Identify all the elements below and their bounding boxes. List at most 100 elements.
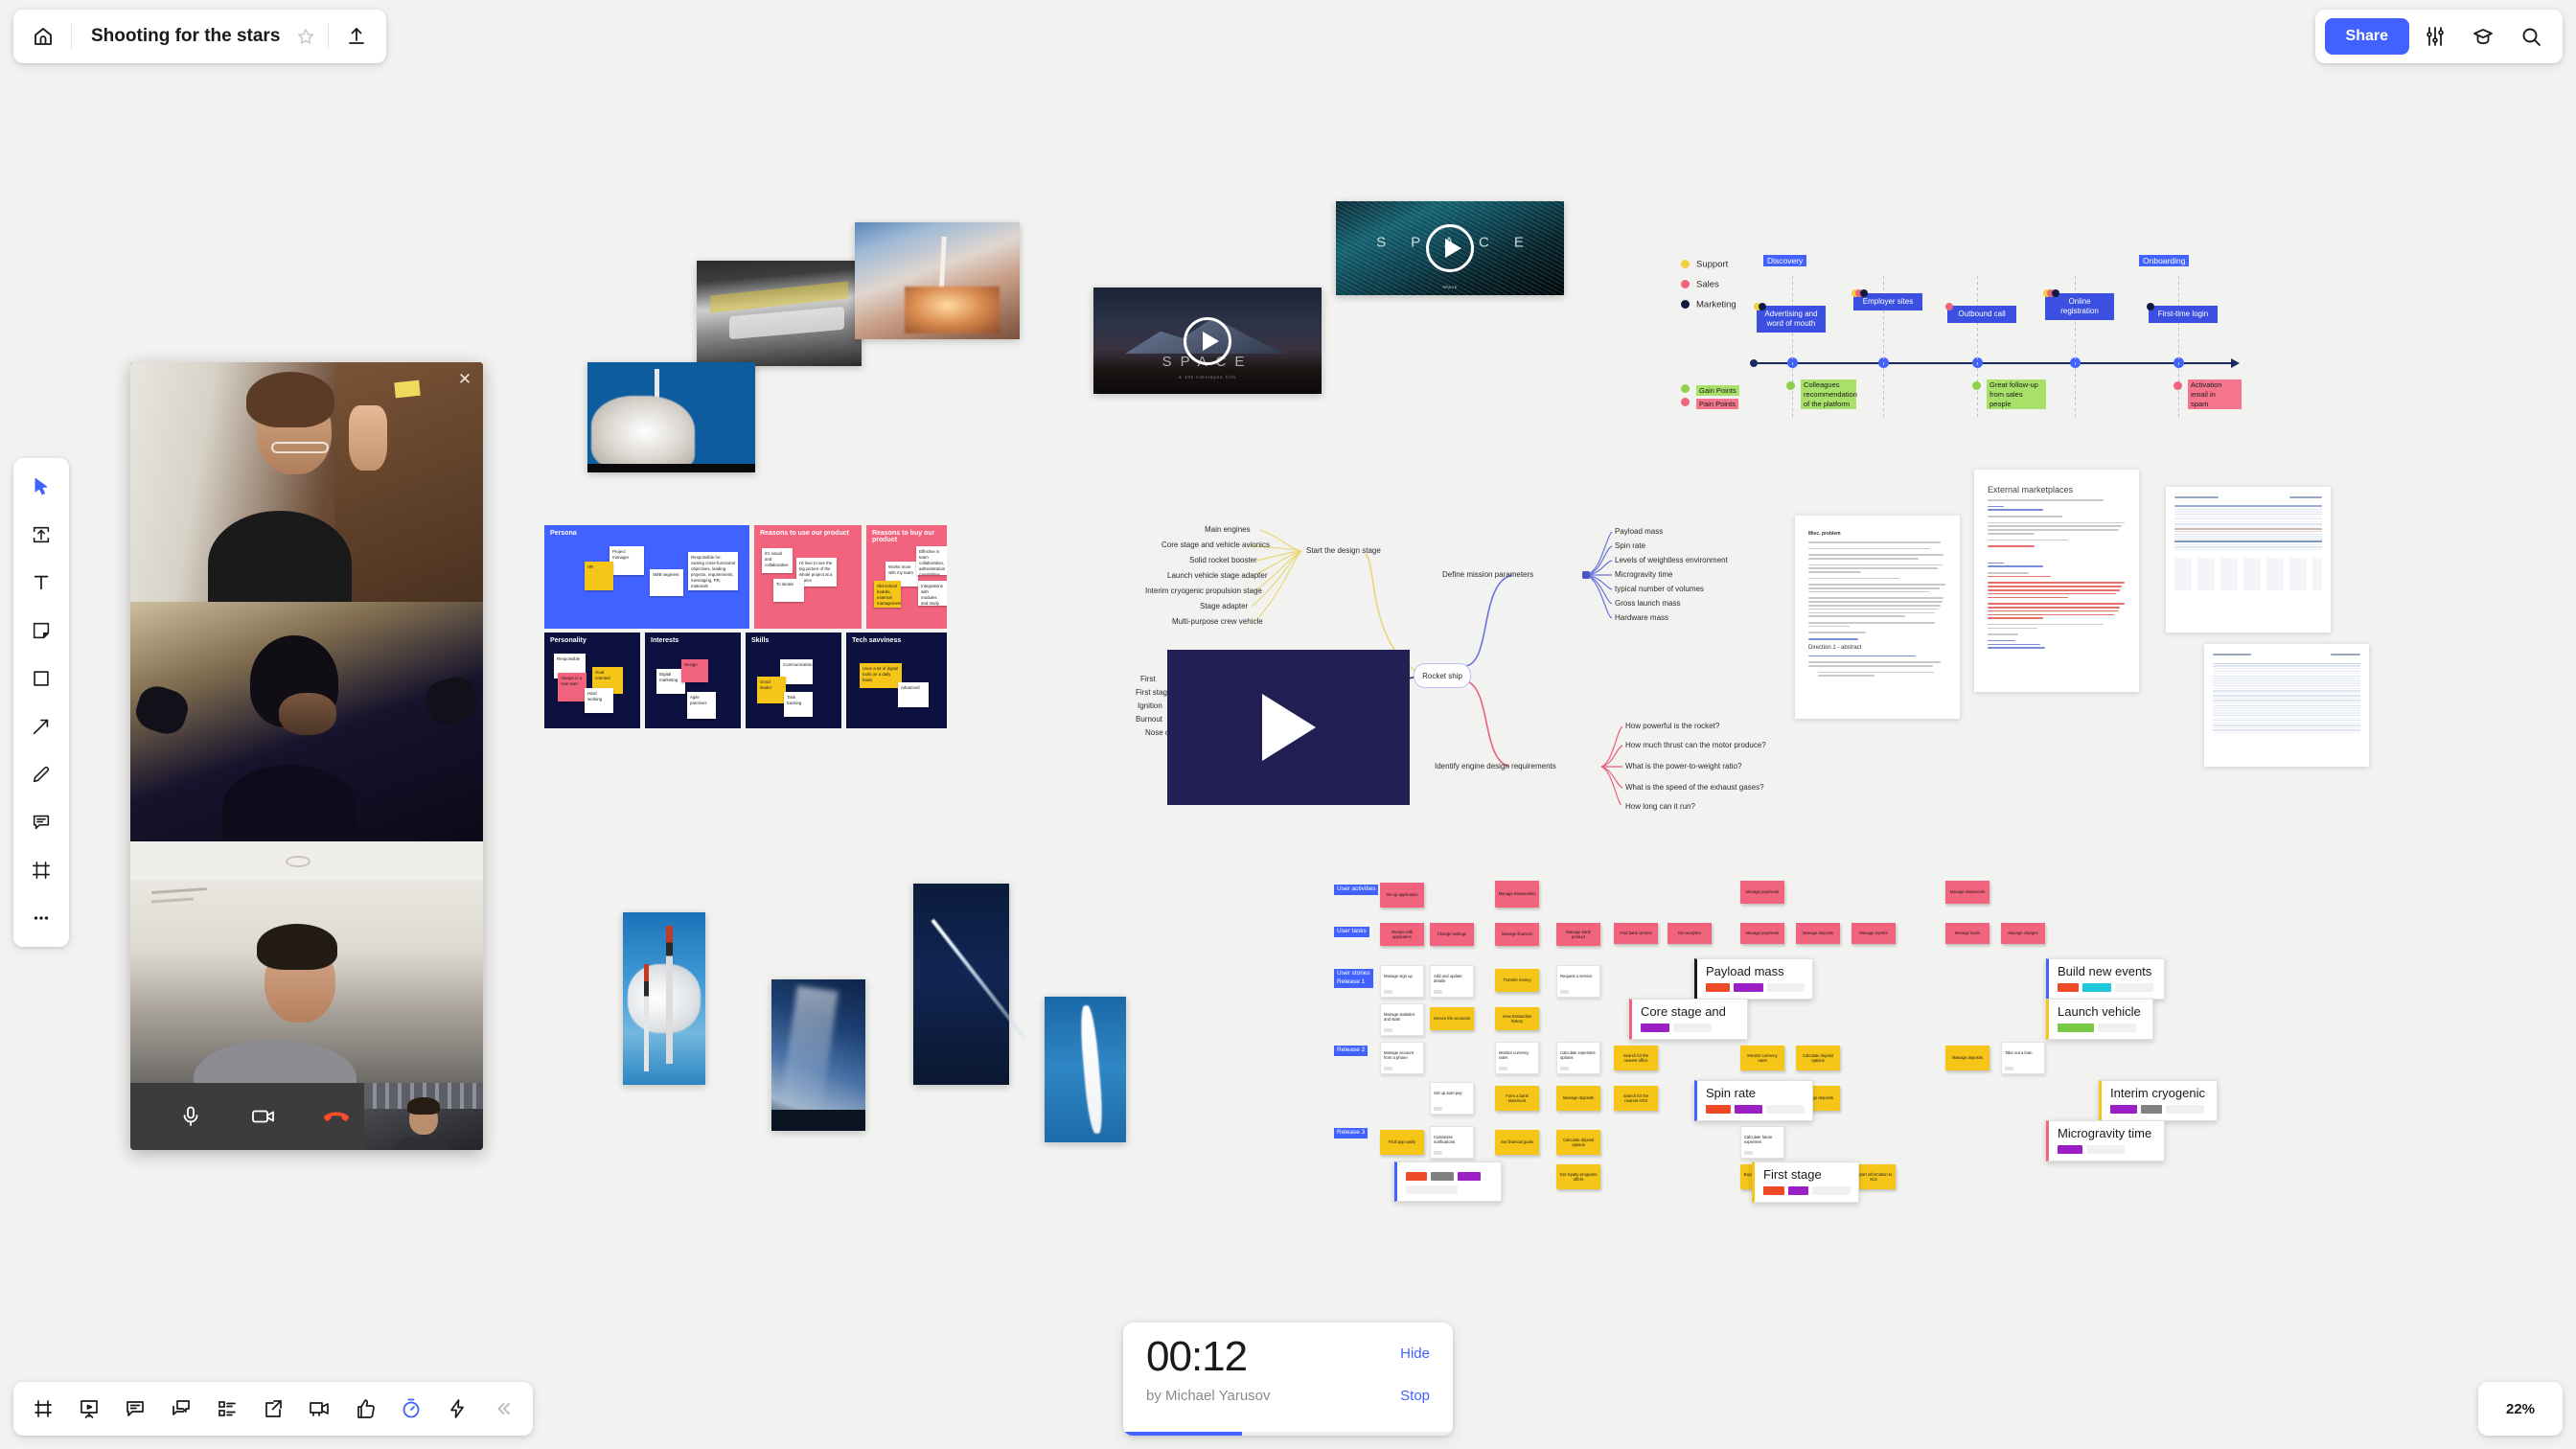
story-card[interactable]: · · Manage statistics and stats	[1380, 1003, 1424, 1036]
phone-hangup-icon[interactable]	[320, 1100, 353, 1133]
sticky-note[interactable]: Always in a new start	[558, 673, 586, 702]
smoke-trail-sky-photo[interactable]	[1045, 997, 1126, 1142]
video-camera-icon[interactable]	[297, 1387, 341, 1431]
mindmap-node[interactable]: typical number of volumes	[1615, 585, 1704, 593]
play-icon[interactable]	[1261, 694, 1316, 761]
journey-annotation-followup[interactable]: Great follow-up from sales people	[1987, 380, 2046, 410]
search-icon[interactable]	[2509, 14, 2553, 58]
mindmap-node[interactable]: Payload mass	[1615, 527, 1663, 536]
mindmap-node[interactable]: First stage	[1136, 688, 1171, 697]
frames-icon[interactable]	[21, 1387, 65, 1431]
story-card[interactable]: · · Set up auto-pay	[1430, 1082, 1474, 1115]
story-card[interactable]: Get loyalty programs offers	[1556, 1164, 1600, 1189]
mindmap-node[interactable]: Ignition	[1138, 702, 1162, 710]
doc-link[interactable]	[1988, 562, 2126, 568]
sticky-note[interactable]: It's visual and collaborative	[762, 548, 793, 573]
text-t-icon[interactable]	[20, 562, 62, 604]
story-task[interactable]: Interact with application	[1380, 923, 1424, 946]
sticky-note[interactable]: Responsible for: owning cross-functional…	[688, 552, 738, 590]
doc-link[interactable]	[1808, 655, 1946, 657]
home-icon[interactable]	[21, 14, 65, 58]
timer-icon[interactable]	[389, 1387, 433, 1431]
story-card[interactable]: Calculate deposit options	[1796, 1046, 1840, 1070]
story-card[interactable]: · · Calculate future expenses	[1740, 1126, 1784, 1159]
story-task[interactable]: Manage payments	[1740, 923, 1784, 944]
timer-stop-button[interactable]: Stop	[1400, 1378, 1453, 1404]
mindmap-branch-design-stage[interactable]: Start the design stage	[1306, 546, 1381, 555]
ellipsis-icon[interactable]	[20, 897, 62, 939]
rocket-liftoff-clouds-photo[interactable]	[855, 222, 1020, 339]
falcon-heavy-launch-photo[interactable]	[587, 362, 755, 472]
pencil-icon[interactable]	[20, 753, 62, 795]
mindmap-node[interactable]: Burnout	[1136, 715, 1162, 724]
graduation-cap-icon[interactable]	[2461, 14, 2505, 58]
participant-1-tile[interactable]: ✕	[130, 362, 483, 602]
self-view-thumbnail[interactable]	[364, 1083, 483, 1150]
story-card[interactable]: Monitor currency rates	[1740, 1046, 1784, 1070]
story-card[interactable]: View transaction history	[1495, 1007, 1539, 1030]
doc-link[interactable]	[1988, 505, 2126, 511]
close-icon[interactable]: ✕	[454, 368, 475, 389]
collaborator-card-microgravity-time[interactable]: Microgravity time	[2046, 1120, 2165, 1162]
chevrons-left-icon[interactable]	[481, 1387, 525, 1431]
story-task[interactable]: Manage reports	[1852, 923, 1896, 944]
sticky-note[interactable]: Task tracking	[784, 692, 813, 717]
story-task[interactable]: Manage loans	[1945, 923, 1990, 944]
mindmap-node[interactable]: What is the power-to-weight ratio?	[1625, 762, 1741, 770]
rocket-factory-photo[interactable]	[697, 261, 862, 366]
video-call-panel[interactable]: ✕	[130, 362, 483, 1150]
journey-annotation-activation-email[interactable]: Activation email in spam	[2188, 380, 2242, 410]
mindmap-node[interactable]: Spin rate	[1615, 541, 1645, 550]
sticky-note[interactable]: Advanced	[898, 682, 929, 707]
sticky-note[interactable]: Hard working	[585, 688, 613, 713]
persona-cell-skills[interactable]: Skills Communication Good leader Task tr…	[746, 632, 841, 728]
external-link-icon[interactable]	[251, 1387, 295, 1431]
story-card[interactable]: · · Manage sign up	[1380, 965, 1424, 998]
sticky-note[interactable]: HR	[585, 562, 613, 590]
sticky-note[interactable]: Good leader	[757, 677, 786, 703]
touchpoint-outbound-call[interactable]: Outbound call	[1947, 306, 2016, 323]
comment-list-icon[interactable]	[113, 1387, 157, 1431]
story-task[interactable]: Manage deposits	[1796, 923, 1840, 944]
sliders-icon[interactable]	[2413, 14, 2457, 58]
mindmap-node[interactable]: Core stage and vehicle avionics	[1162, 540, 1270, 549]
participant-3-tile[interactable]	[130, 841, 483, 1083]
touchpoint-advertising[interactable]: Advertising and word of mouth	[1757, 306, 1826, 333]
collaborator-card-first-stage[interactable]: First stage	[1752, 1162, 1859, 1203]
mindmap-node[interactable]: Solid rocket booster	[1189, 556, 1257, 564]
doc-link[interactable]	[1988, 639, 2126, 649]
mindmap-node[interactable]: Hardware mass	[1615, 613, 1668, 622]
comment-icon[interactable]	[20, 801, 62, 843]
story-activity[interactable]: Manage payments	[1740, 881, 1784, 904]
space-video-fish[interactable]: SPACE SPACE	[1336, 201, 1564, 295]
mindmap-branch-engine-requirements[interactable]: Identify engine design requirements	[1435, 762, 1556, 770]
persona-cell-persona[interactable]: Persona Project manager HR SMB segment R…	[544, 525, 749, 629]
story-card[interactable]: · · Request a service	[1556, 965, 1600, 998]
square-icon[interactable]	[20, 657, 62, 700]
share-button[interactable]: Share	[2324, 18, 2409, 55]
spreadsheet-gantt[interactable]	[2166, 487, 2331, 632]
story-card[interactable]: Manage deposits	[1556, 1086, 1600, 1111]
mindmap-node[interactable]: How powerful is the rocket?	[1625, 722, 1719, 730]
story-activity[interactable]: Manage transactions	[1495, 881, 1539, 908]
persona-cell-tech-savviness[interactable]: Tech savviness Uses a lot of digital too…	[846, 632, 947, 728]
sticky-note[interactable]: Effective in team collaboration, adminis…	[916, 546, 947, 575]
external-marketplaces-doc[interactable]: External marketplaces	[1974, 470, 2139, 692]
mindmap-node[interactable]: Main engines	[1205, 525, 1251, 534]
mindmap-node[interactable]: Microgravity time	[1615, 570, 1672, 579]
mindmap-root[interactable]: Rocket ship	[1414, 663, 1471, 688]
collaborator-card-spin-rate[interactable]: Spin rate	[1694, 1080, 1813, 1121]
sticky-note[interactable]: SMB segment	[650, 569, 683, 596]
timer-widget[interactable]: 00:12 Hide by Michael Yarusov Stop	[1123, 1322, 1453, 1436]
sticky-note[interactable]: Design	[681, 659, 708, 682]
story-card[interactable]: Manage deposits	[1945, 1046, 1990, 1070]
persona-cell-reasons-buy[interactable]: Reasons to buy our product Works more wi…	[866, 525, 947, 629]
story-card[interactable]: · · Customise notifications	[1430, 1126, 1474, 1159]
mindmap-node[interactable]: Stage adapter	[1200, 602, 1248, 610]
direction-abstract-doc[interactable]: Misc. problem Direction 1 - abstract	[1795, 516, 1960, 719]
rocket-reentry-trail-photo[interactable]	[913, 884, 1026, 1085]
sticky-note[interactable]: To iterate	[773, 579, 804, 602]
story-card[interactable]: Calculate deposit options	[1556, 1130, 1600, 1155]
select-tool[interactable]	[20, 466, 62, 508]
mindmap-video-overlay[interactable]	[1167, 650, 1410, 805]
